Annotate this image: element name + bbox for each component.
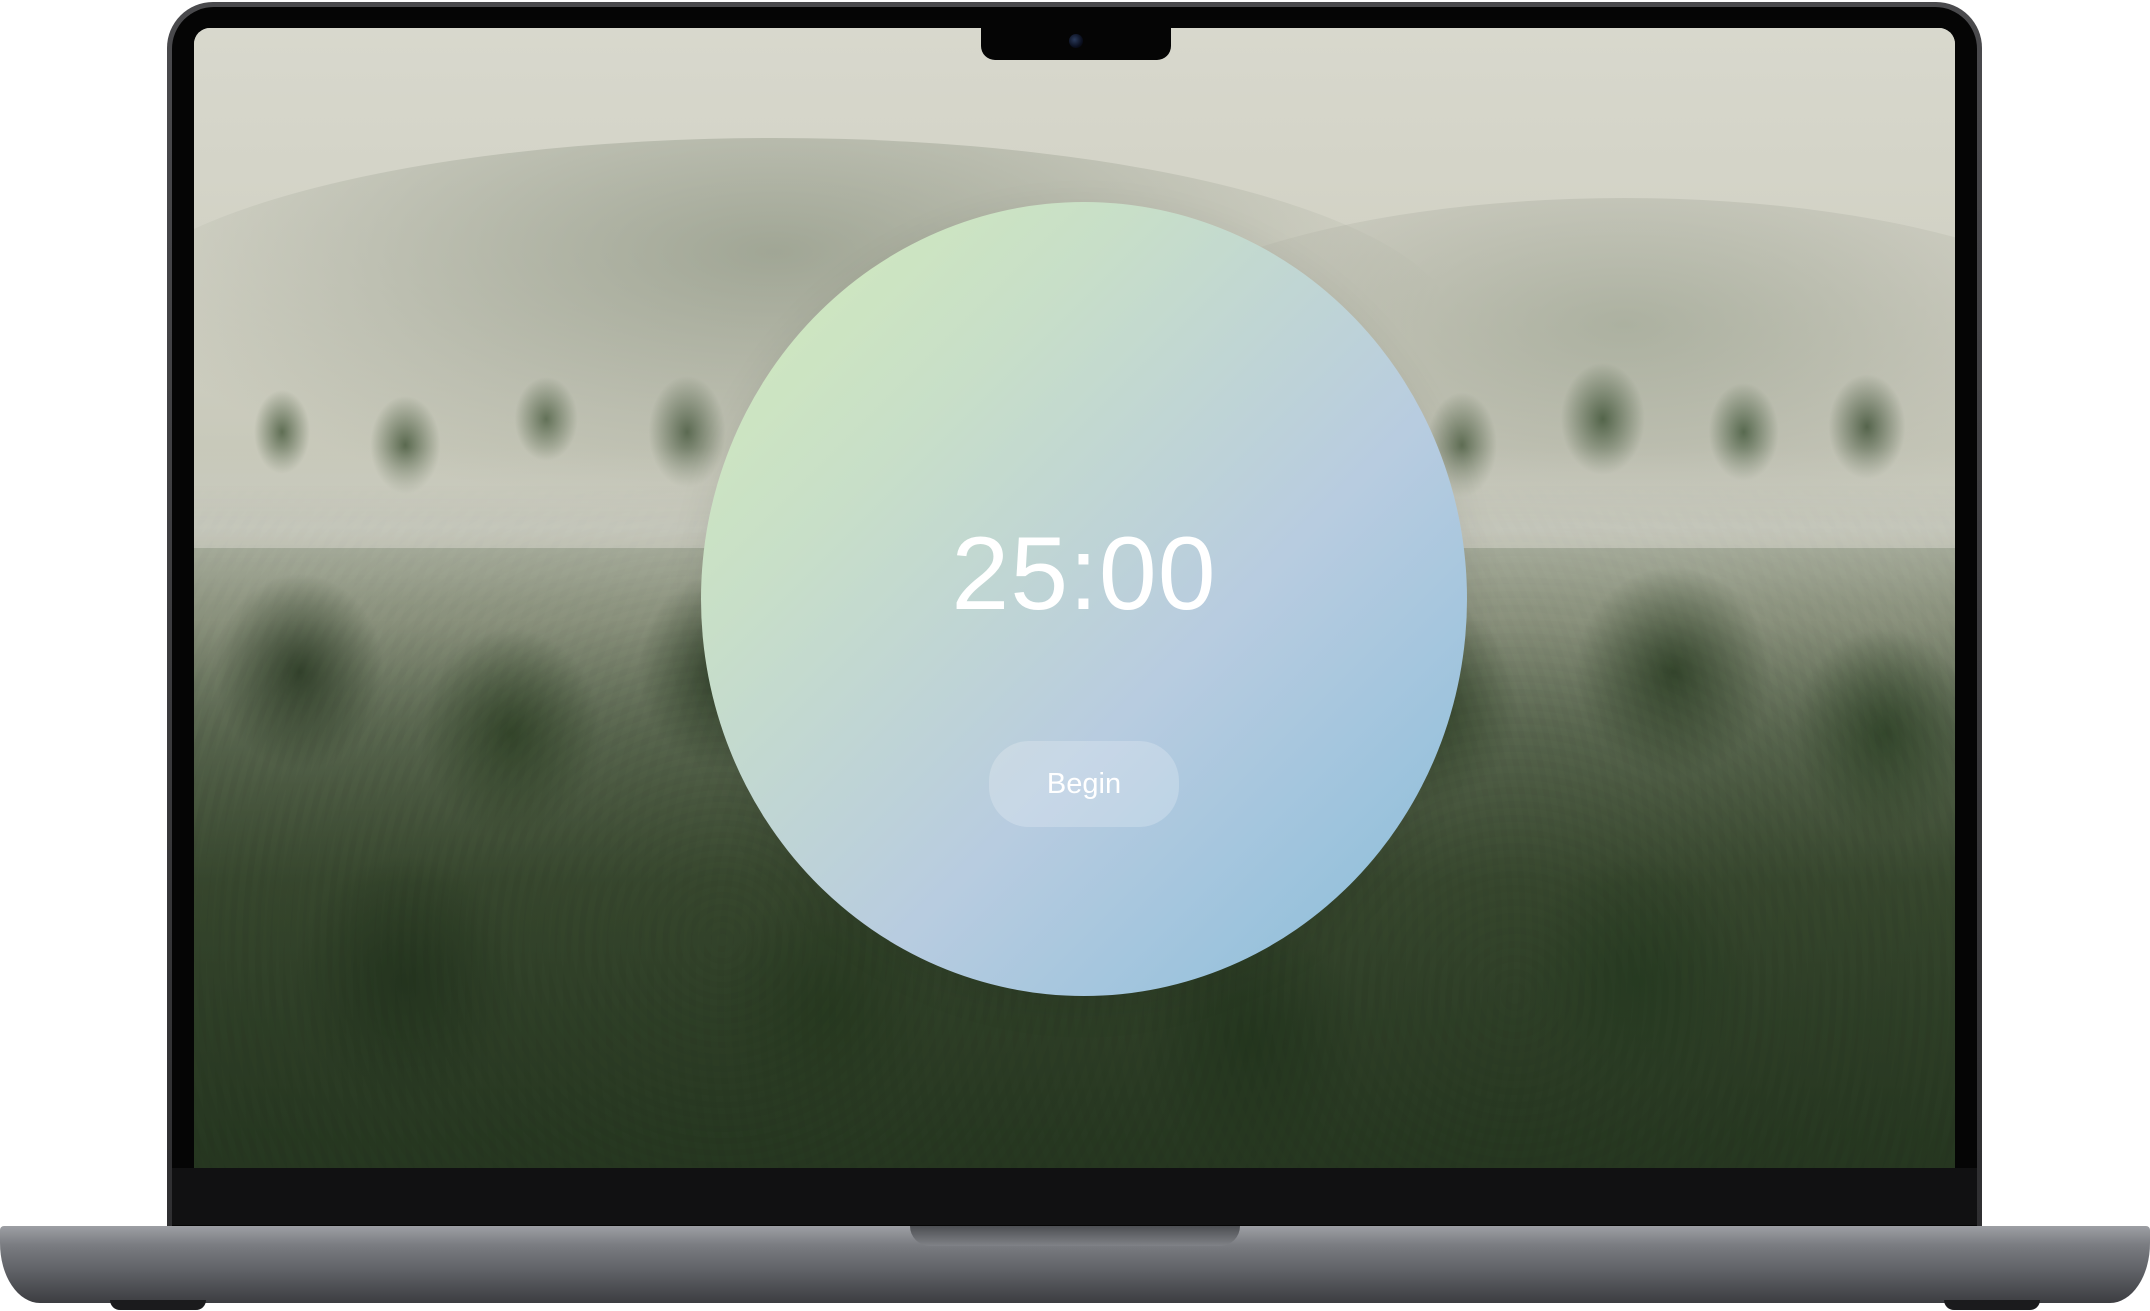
pomodoro-timer-circle: 25:00 Begin — [701, 202, 1467, 996]
laptop-mockup: 25:00 Begin — [0, 0, 2150, 1311]
screen-chin — [172, 1168, 1977, 1225]
laptop-foot-right — [1944, 1300, 2040, 1310]
begin-button[interactable]: Begin — [989, 741, 1179, 827]
laptop-foot-left — [110, 1300, 206, 1310]
camera-notch — [981, 28, 1171, 60]
laptop-opening-notch — [910, 1226, 1240, 1246]
timer-display: 25:00 — [951, 516, 1217, 632]
app-screen: 25:00 Begin — [194, 28, 1955, 1168]
camera-icon — [1069, 34, 1083, 48]
